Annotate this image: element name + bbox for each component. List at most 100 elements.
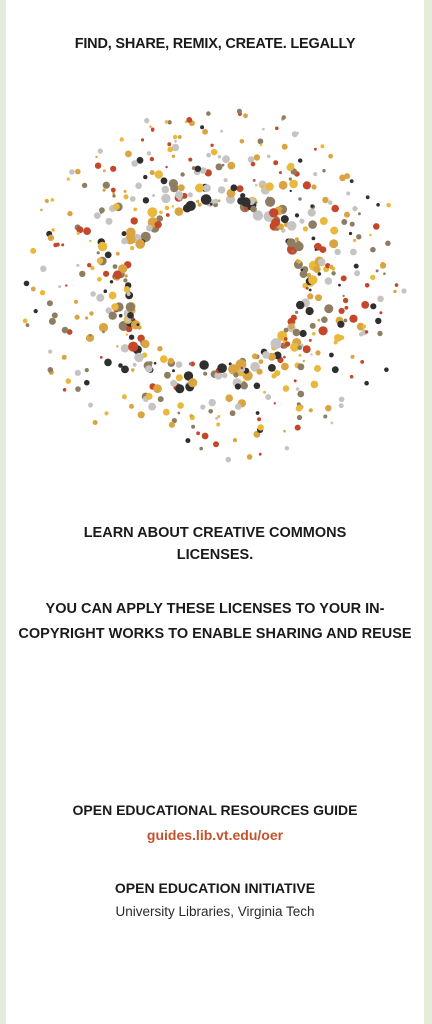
ring-dot xyxy=(243,206,248,211)
ring-dot xyxy=(295,310,299,314)
ring-dot xyxy=(135,239,145,249)
ring-dot xyxy=(58,285,62,289)
ring-dot xyxy=(338,403,344,409)
ring-dot xyxy=(124,274,128,278)
ring-dot xyxy=(376,203,380,207)
oer-guide-link[interactable]: guides.lib.vt.edu/oer xyxy=(6,827,424,843)
page-title: FIND, SHARE, REMIX, CREATE. LEGALLY xyxy=(74,36,356,52)
ring-dot xyxy=(320,144,325,149)
ring-dot xyxy=(321,316,328,323)
ring-dot xyxy=(177,135,182,139)
ring-dot xyxy=(329,352,334,358)
ring-dot xyxy=(305,307,314,316)
ring-dot xyxy=(250,205,257,213)
ring-dot xyxy=(308,338,312,342)
ring-dot xyxy=(177,184,185,192)
ring-dot xyxy=(67,210,73,217)
ring-dot xyxy=(196,431,201,436)
ring-dot xyxy=(271,217,281,227)
ring-dot xyxy=(324,277,333,285)
ring-dot xyxy=(352,238,357,243)
ring-dot xyxy=(203,371,208,376)
ring-dot xyxy=(225,394,233,403)
ring-dot xyxy=(393,289,397,294)
ring-dot xyxy=(344,305,349,310)
oer-guide-title: OPEN EDUCATIONAL RESOURCES GUIDE xyxy=(72,802,358,818)
ring-dot xyxy=(168,421,175,428)
ring-dot xyxy=(164,205,170,211)
ring-dot xyxy=(201,432,209,440)
ring-dot xyxy=(121,231,127,237)
ring-dot xyxy=(328,264,334,269)
ring-dot xyxy=(370,303,377,310)
ring-dot xyxy=(307,293,314,300)
ring-dot xyxy=(185,200,196,211)
ring-dot xyxy=(257,417,262,422)
ring-dot xyxy=(298,197,302,201)
brochure-page: FIND, SHARE, REMIX, CREATE. LEGALLY LEAR… xyxy=(6,0,424,1024)
ring-dot xyxy=(30,247,37,254)
ring-dot xyxy=(142,197,150,204)
ring-dot xyxy=(283,355,286,359)
ring-dot xyxy=(200,125,205,130)
ring-dot xyxy=(299,270,308,278)
ring-dot xyxy=(149,156,155,162)
ring-dot xyxy=(206,152,212,158)
ring-dot xyxy=(97,276,102,282)
ring-dot xyxy=(253,382,261,390)
ring-dot xyxy=(81,182,88,189)
ring-dot xyxy=(175,361,183,368)
ring-dot xyxy=(340,275,347,282)
ring-dot xyxy=(281,209,285,213)
ring-dot xyxy=(222,155,230,164)
ring-dot xyxy=(129,403,134,409)
ring-dot xyxy=(295,405,303,412)
ring-dot xyxy=(325,405,332,412)
ring-dot xyxy=(39,290,46,296)
ring-dot xyxy=(297,390,305,398)
ring-dot xyxy=(356,234,362,240)
ring-dot xyxy=(108,291,117,300)
ring-dot xyxy=(153,384,162,394)
ring-dot xyxy=(116,345,119,348)
ring-dot xyxy=(125,333,128,336)
ring-dot xyxy=(230,184,238,192)
ring-dot xyxy=(252,178,256,182)
ring-dot xyxy=(221,372,228,379)
ring-dot xyxy=(269,208,279,218)
ring-dot xyxy=(349,179,354,183)
ring-dot xyxy=(324,304,334,314)
ring-dot xyxy=(364,283,370,288)
ring-dot xyxy=(370,274,376,281)
ring-dot xyxy=(96,251,100,255)
ring-dot xyxy=(154,221,162,229)
ring-dot xyxy=(220,129,224,133)
ring-dot xyxy=(310,380,319,389)
ring-dot xyxy=(90,291,96,297)
ring-dot xyxy=(302,345,311,354)
ring-dot xyxy=(401,288,407,294)
ring-dot xyxy=(349,374,354,379)
ring-dot xyxy=(246,454,253,460)
ring-dot xyxy=(298,353,302,357)
ring-dot xyxy=(297,363,305,371)
ring-dot xyxy=(79,270,86,278)
ring-dot xyxy=(254,183,258,187)
ring-dot xyxy=(203,184,211,192)
ring-dot xyxy=(105,217,113,225)
ring-dot xyxy=(62,388,67,392)
ring-dot xyxy=(97,241,108,252)
ring-dot xyxy=(172,369,175,373)
ring-dot xyxy=(275,126,279,131)
ring-dot xyxy=(123,278,128,283)
ring-dot xyxy=(93,212,101,219)
ring-dot xyxy=(120,344,130,353)
ring-dot xyxy=(286,221,297,231)
ring-dot xyxy=(291,249,295,253)
ring-dot xyxy=(360,360,365,364)
ring-dot xyxy=(87,263,92,268)
ring-dot xyxy=(348,231,353,236)
ring-dot xyxy=(319,217,328,225)
ring-dot xyxy=(51,228,55,232)
ring-dot xyxy=(118,313,123,318)
